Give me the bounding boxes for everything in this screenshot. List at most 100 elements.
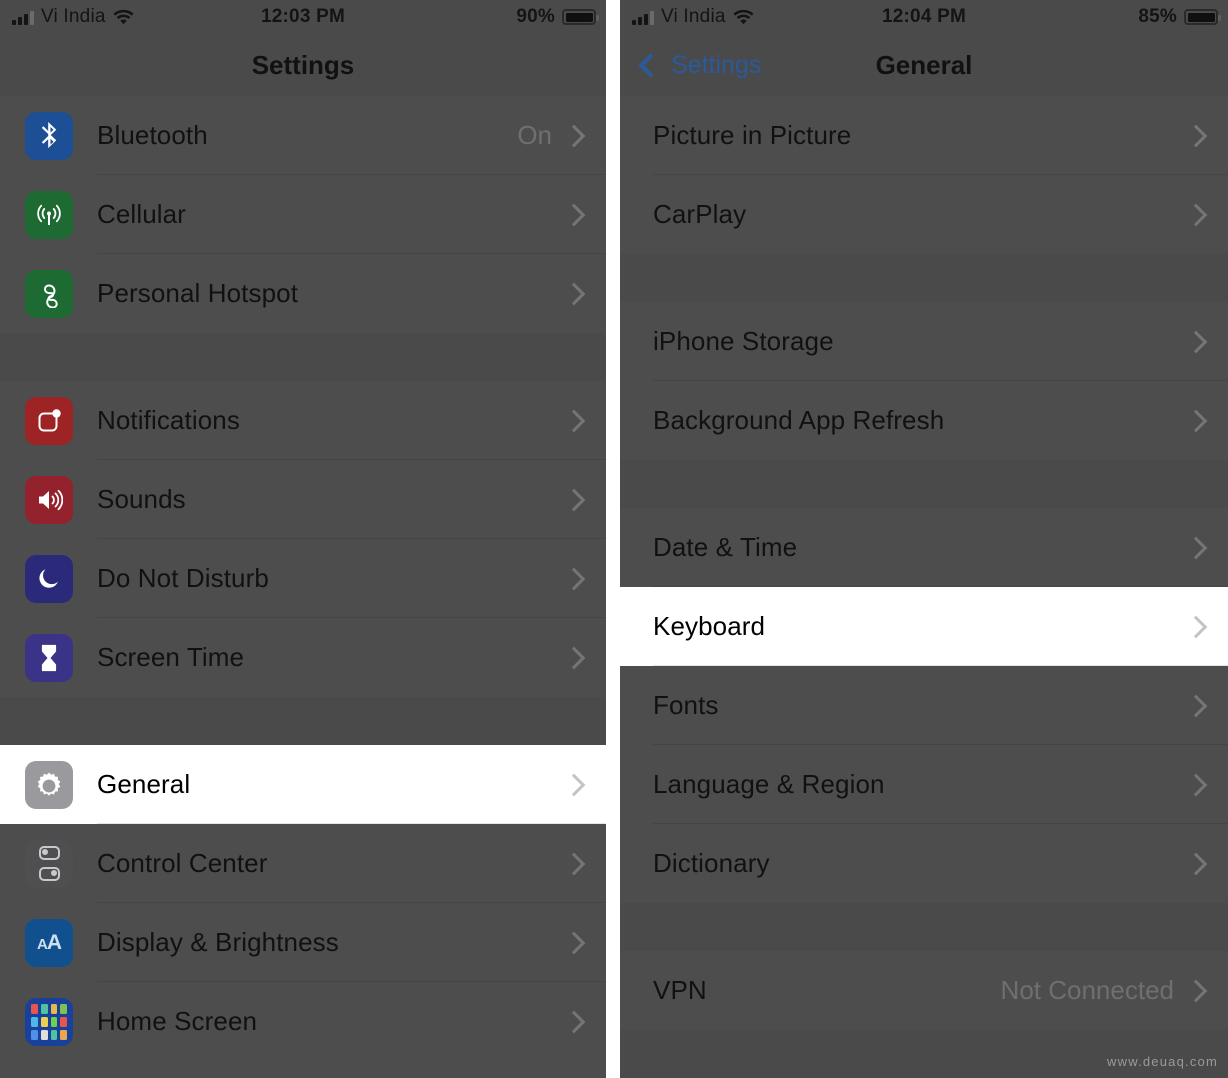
- chevron-left-icon: [638, 52, 663, 78]
- general-group-media: Picture in Picture CarPlay: [620, 96, 1228, 254]
- settings-row-accessory: [1184, 615, 1228, 638]
- left-status-bar: Vi India 12:03 PM 90%: [0, 0, 606, 34]
- carrier-label: Vi India: [661, 6, 726, 27]
- settings-row-display-brightness[interactable]: AA Display & Brightness: [0, 903, 606, 982]
- settings-row-iphone-storage[interactable]: iPhone Storage: [620, 302, 1228, 381]
- chevron-right-icon: [1184, 409, 1208, 432]
- settings-row-language-region[interactable]: Language & Region: [620, 745, 1228, 824]
- settings-row-home-screen[interactable]: Home Screen: [0, 982, 606, 1061]
- settings-row-accessory: [562, 1010, 606, 1033]
- chevron-right-icon: [562, 1010, 586, 1033]
- settings-row-label: Keyboard: [653, 611, 766, 641]
- back-button-label: Settings: [671, 50, 762, 79]
- notifications-icon: [25, 396, 73, 445]
- settings-row-accessory: [1184, 330, 1228, 353]
- battery-percent-label: 85%: [1138, 6, 1177, 27]
- personal-hotspot-icon: [25, 269, 73, 318]
- status-bar-left-cluster: Vi India: [620, 6, 754, 28]
- battery-icon: [562, 9, 599, 25]
- settings-row-label: Language & Region: [653, 769, 885, 799]
- right-phone-screen: Vi India 12:04 PM 85% Settings General P…: [620, 0, 1228, 1078]
- settings-group-alerts: Notifications Sounds Do Not Disturb Scre…: [0, 381, 606, 697]
- chevron-right-icon: [562, 124, 586, 147]
- settings-row-label: CarPlay: [653, 199, 747, 229]
- general-group-storage: iPhone Storage Background App Refresh: [620, 302, 1228, 460]
- general-group-localization: Date & Time Keyboard Fonts Language & Re…: [620, 508, 1228, 903]
- settings-list: Bluetooth On Cellular Personal Hotspot N…: [0, 96, 606, 1061]
- settings-row-sounds[interactable]: Sounds: [0, 460, 606, 539]
- settings-row-personal-hotspot[interactable]: Personal Hotspot: [0, 254, 606, 333]
- panel-divider: [606, 0, 620, 1078]
- wifi-icon: [733, 9, 754, 25]
- settings-row-label: Dictionary: [653, 848, 770, 878]
- chevron-right-icon: [1184, 330, 1208, 353]
- group-spacer: [0, 333, 606, 381]
- settings-row-accessory: [562, 203, 606, 226]
- settings-row-accessory: [562, 567, 606, 590]
- settings-row-picture-in-picture[interactable]: Picture in Picture: [620, 96, 1228, 175]
- settings-row-notifications[interactable]: Notifications: [0, 381, 606, 460]
- settings-row-label: Display & Brightness: [97, 927, 339, 957]
- carrier-label: Vi India: [41, 6, 106, 27]
- settings-row-label: iPhone Storage: [653, 326, 834, 356]
- status-bar-left-cluster: Vi India: [0, 6, 134, 28]
- status-bar-right-cluster: 85%: [1138, 6, 1228, 28]
- settings-row-control-center[interactable]: Control Center: [0, 824, 606, 903]
- settings-row-fonts[interactable]: Fonts: [620, 666, 1228, 745]
- group-spacer: [0, 697, 606, 745]
- screen-time-icon: [25, 633, 73, 682]
- watermark-text: www.deuaq.com: [1107, 1054, 1218, 1069]
- settings-row-bluetooth[interactable]: Bluetooth On: [0, 96, 606, 175]
- settings-row-label: Bluetooth: [97, 120, 208, 150]
- settings-row-dictionary[interactable]: Dictionary: [620, 824, 1228, 903]
- settings-row-cellular[interactable]: Cellular: [0, 175, 606, 254]
- settings-row-label: Date & Time: [653, 532, 798, 562]
- settings-row-vpn[interactable]: VPN Not Connected: [620, 951, 1228, 1030]
- left-nav-bar: Settings: [0, 34, 606, 96]
- battery-icon: [1184, 9, 1221, 25]
- app-grid-glyph: [25, 998, 73, 1046]
- do-not-disturb-icon: [25, 554, 73, 603]
- home-screen-icon: [25, 997, 73, 1046]
- chevron-right-icon: [562, 282, 586, 305]
- right-nav-bar: Settings General: [620, 34, 1228, 96]
- settings-row-date-time[interactable]: Date & Time: [620, 508, 1228, 587]
- back-button[interactable]: Settings: [620, 51, 761, 80]
- settings-row-accessory: [562, 488, 606, 511]
- settings-row-label: Control Center: [97, 848, 268, 878]
- chevron-right-icon: [1184, 979, 1208, 1002]
- settings-row-carplay[interactable]: CarPlay: [620, 175, 1228, 254]
- page-title: Settings: [251, 49, 355, 80]
- settings-row-label: Do Not Disturb: [97, 563, 269, 593]
- settings-row-background-app-refresh[interactable]: Background App Refresh: [620, 381, 1228, 460]
- settings-row-accessory: [1184, 536, 1228, 559]
- settings-row-screen-time[interactable]: Screen Time: [0, 618, 606, 697]
- settings-row-general[interactable]: General: [0, 745, 606, 824]
- cellular-icon: [25, 190, 73, 239]
- battery-percent-label: 90%: [516, 6, 555, 27]
- wifi-icon: [113, 9, 134, 25]
- settings-row-accessory: [562, 931, 606, 954]
- chevron-right-icon: [1184, 124, 1208, 147]
- chevron-right-icon: [562, 409, 586, 432]
- chevron-right-icon: [1184, 852, 1208, 875]
- settings-row-keyboard[interactable]: Keyboard: [620, 587, 1228, 666]
- settings-row-label: Background App Refresh: [653, 405, 945, 435]
- settings-row-label: Fonts: [653, 690, 719, 720]
- chevron-right-icon: [1184, 536, 1208, 559]
- chevron-right-icon: [562, 931, 586, 954]
- right-status-bar: Vi India 12:04 PM 85%: [620, 0, 1228, 34]
- settings-row-accessory: [562, 409, 606, 432]
- settings-row-do-not-disturb[interactable]: Do Not Disturb: [0, 539, 606, 618]
- status-bar-right-cluster: 90%: [516, 6, 606, 28]
- toggle-off-glyph: [38, 846, 60, 860]
- settings-row-accessory: [1184, 694, 1228, 717]
- bluetooth-icon: [25, 111, 73, 160]
- signal-bars-icon: [12, 10, 34, 25]
- chevron-right-icon: [562, 488, 586, 511]
- settings-group-system: General Control Center AA Display & Brig…: [0, 745, 606, 1061]
- status-value: Not Connected: [1000, 975, 1174, 1005]
- aa-glyph: AA: [36, 930, 62, 954]
- general-settings-list: Picture in Picture CarPlay iPhone Storag…: [620, 96, 1228, 1078]
- chevron-right-icon: [562, 646, 586, 669]
